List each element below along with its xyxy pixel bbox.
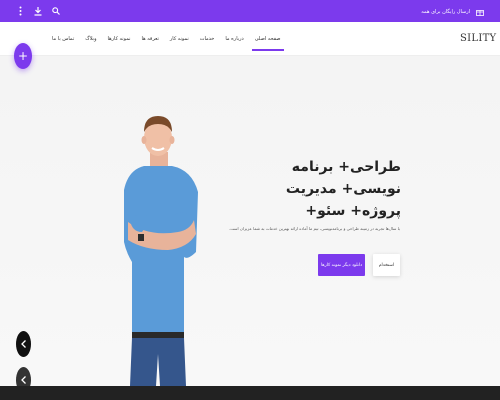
logo[interactable]: SILITY [460, 33, 496, 44]
plus-icon: + [17, 49, 29, 63]
top-bar-icons [14, 4, 62, 18]
search-icon[interactable] [50, 4, 62, 18]
headline-line-1: طراحی+ برنامه نویسی+ مدیریت [285, 159, 401, 197]
menu-item-blog[interactable]: وبلاگ [85, 32, 96, 46]
hero-person-image [118, 92, 204, 386]
chevron-left-icon [20, 376, 26, 384]
download-portfolio-button[interactable]: دانلود دیگر نمونه کارها [318, 254, 365, 276]
hero-subtext: با سال‌ها تجربه در زمینه طراحی و برنامه‌… [228, 226, 400, 231]
menu-item-portfolio[interactable]: نمونه کارها [107, 32, 130, 46]
menu-item-home[interactable]: صفحه اصلی [251, 32, 284, 51]
carousel-prev-button[interactable] [16, 331, 31, 357]
chevron-left-icon [20, 340, 26, 348]
menu-item-about[interactable]: درباره ما [225, 32, 243, 46]
more-vertical-icon[interactable] [14, 4, 26, 18]
navbar: SILITY صفحه اصلی درباره ما خدمات نمونه ک… [0, 22, 500, 56]
top-bar: ارسال رایگان برای همه [0, 0, 500, 22]
menu-item-sample[interactable]: نمونه کار [170, 32, 189, 46]
hire-button[interactable]: استخدام [373, 254, 400, 276]
menu-item-pricing[interactable]: تعرفه ها [142, 32, 159, 46]
menu-item-services[interactable]: خدمات [200, 32, 215, 46]
promo[interactable]: ارسال رایگان برای همه [421, 5, 486, 19]
menu-item-contact[interactable]: تماس با ما [52, 32, 74, 46]
hero-headline: طراحی+ برنامه نویسی+ مدیریت پروژه+ سئو+ [255, 156, 401, 219]
headline-line-2: پروژه+ سئو+ [305, 203, 401, 219]
hero-section [0, 56, 500, 386]
add-button[interactable]: + [14, 43, 32, 69]
gift-icon [474, 5, 486, 19]
promo-text: ارسال رایگان برای همه [421, 9, 470, 15]
main-menu: صفحه اصلی درباره ما خدمات نمونه کار تعرف… [52, 22, 284, 56]
download-icon[interactable] [32, 4, 44, 18]
bottom-bar [0, 386, 500, 400]
